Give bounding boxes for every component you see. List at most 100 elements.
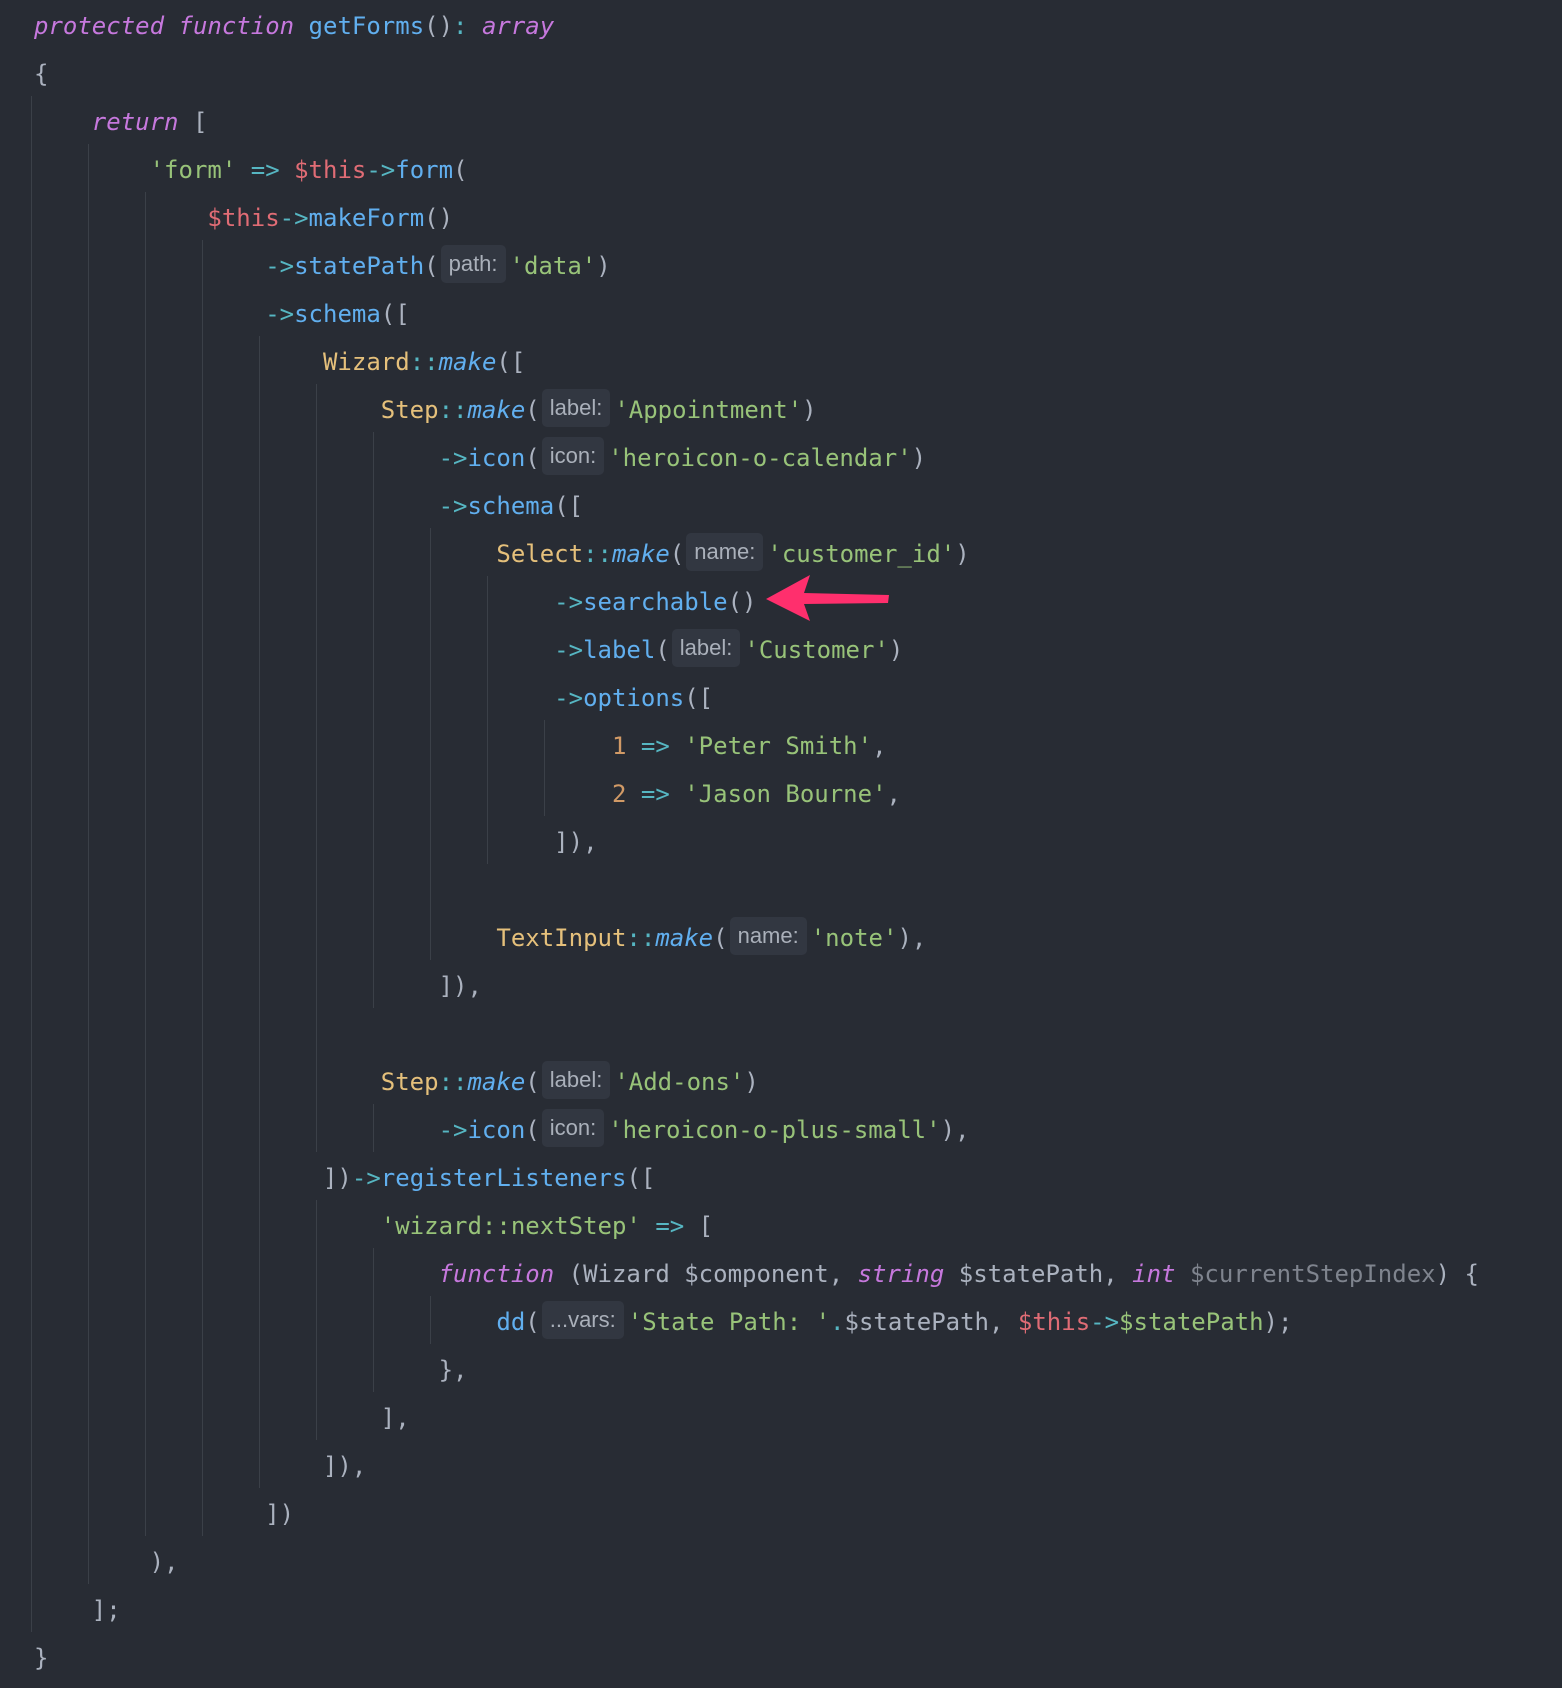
- code-token: make: [611, 540, 670, 568]
- code-token: ::: [438, 1068, 468, 1096]
- code-token: int: [1132, 1260, 1176, 1288]
- parameter-hint: name:: [686, 533, 764, 571]
- code-token: schema: [294, 300, 381, 328]
- code-token: 'Customer': [744, 636, 889, 664]
- code-token: $this: [294, 156, 367, 184]
- code-token: .: [830, 1308, 845, 1336]
- code-line: ]): [34, 1490, 294, 1538]
- code-line: function (Wizard $component, string $sta…: [34, 1250, 1479, 1298]
- code-token: make: [438, 348, 497, 376]
- parameter-hint: name:: [729, 917, 807, 955]
- code-line: ->schema([: [34, 290, 410, 338]
- code-token: 2: [611, 780, 627, 808]
- code-token: $statePath,: [944, 1260, 1133, 1288]
- code-token: ->: [438, 1116, 468, 1144]
- code-token: 'note': [810, 924, 898, 952]
- code-token: searchable: [583, 588, 728, 616]
- code-token: Step: [380, 1068, 439, 1096]
- code-token: (: [525, 1116, 540, 1144]
- code-token: (: [669, 540, 685, 568]
- code-token: );: [1263, 1308, 1293, 1336]
- code-token: 'data': [509, 252, 597, 280]
- code-token: make: [467, 396, 526, 424]
- code-token: (: [655, 636, 670, 664]
- code-token: 'customer_id': [767, 540, 956, 568]
- code-token: (): [727, 588, 757, 616]
- code-token: ]),: [438, 972, 482, 1000]
- parameter-hint: label:: [541, 1061, 611, 1099]
- code-line: $this->makeForm(): [34, 194, 453, 242]
- code-token: ),: [940, 1116, 970, 1144]
- code-line: ->icon(icon:'heroicon-o-plus-small'),: [34, 1106, 969, 1154]
- code-token: make: [467, 1068, 526, 1096]
- code-token: form: [395, 156, 454, 184]
- code-line: }: [34, 1634, 48, 1682]
- code-token: ->: [554, 588, 584, 616]
- code-token: (: [525, 396, 540, 424]
- code-line: ]),: [34, 962, 482, 1010]
- code-token: ->: [554, 684, 584, 712]
- code-token: [: [684, 1212, 714, 1240]
- code-token: {: [34, 60, 49, 88]
- code-token: array: [481, 12, 555, 40]
- code-line: ),: [34, 1538, 179, 1586]
- parameter-hint: label:: [541, 389, 611, 427]
- code-token: ]): [265, 1500, 295, 1528]
- code-line: ->label(label: 'Customer'): [34, 626, 903, 674]
- indent-guide: [31, 96, 32, 1632]
- code-token: ::: [626, 924, 656, 952]
- code-token: ([: [554, 492, 584, 520]
- code-token: },: [438, 1356, 468, 1384]
- code-token: ->: [351, 1164, 381, 1192]
- code-token: TextInput: [496, 924, 627, 952]
- code-token: Select: [496, 540, 584, 568]
- code-token: ->: [438, 444, 468, 472]
- code-token: ([: [626, 1164, 656, 1192]
- code-token: makeForm: [308, 204, 425, 232]
- code-line: 'form' => $this->form(: [34, 146, 468, 194]
- code-line: ],: [34, 1394, 410, 1442]
- code-token: 'Jason Bourne': [684, 780, 887, 808]
- code-token: (: [525, 1308, 540, 1336]
- code-line: 1 => 'Peter Smith',: [34, 722, 887, 770]
- code-token: 'form': [149, 156, 237, 184]
- code-line: ]),: [34, 818, 597, 866]
- code-token: 'Peter Smith': [684, 732, 873, 760]
- code-token: =>: [640, 780, 670, 808]
- code-token: protected: [34, 12, 165, 40]
- code-token: ),: [149, 1548, 179, 1576]
- code-token: ->: [438, 492, 468, 520]
- arrow-left-icon: [766, 575, 889, 621]
- code-token: [: [178, 108, 208, 136]
- code-token: $this: [1017, 1308, 1091, 1336]
- code-token: (: [525, 444, 540, 472]
- code-token: =>: [250, 156, 280, 184]
- code-line: Step::make(label: 'Add-ons'): [34, 1058, 759, 1106]
- parameter-hint: label:: [671, 629, 741, 667]
- code-token: :: [453, 12, 468, 40]
- code-token: getForms: [308, 12, 425, 40]
- code-token: ,: [872, 732, 887, 760]
- code-token: (): [424, 12, 454, 40]
- code-token: 'Appointment': [614, 396, 803, 424]
- code-token: ],: [380, 1404, 410, 1432]
- code-token: return: [91, 108, 179, 136]
- code-line: Wizard::make([: [34, 338, 525, 386]
